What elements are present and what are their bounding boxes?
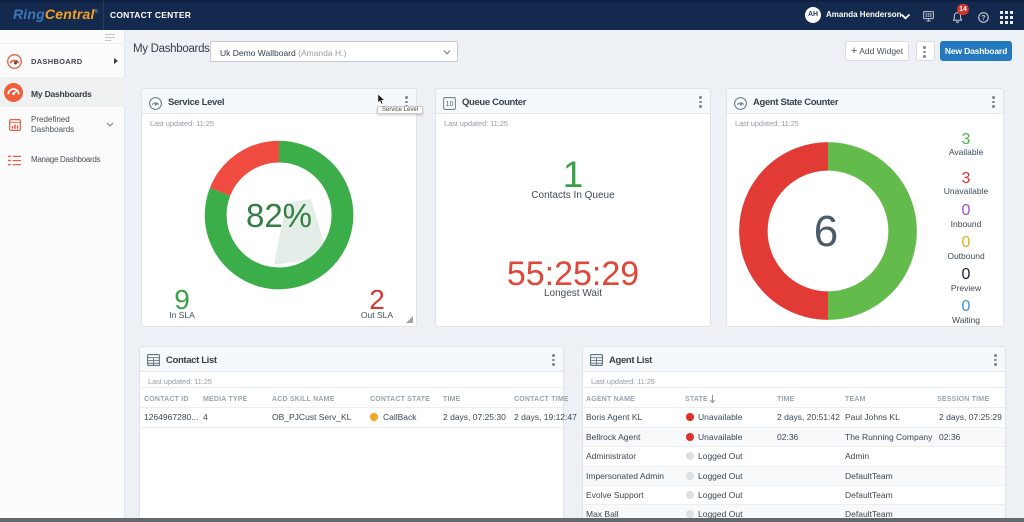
svg-text:10: 10: [446, 101, 454, 108]
svg-text:?: ?: [981, 15, 985, 22]
